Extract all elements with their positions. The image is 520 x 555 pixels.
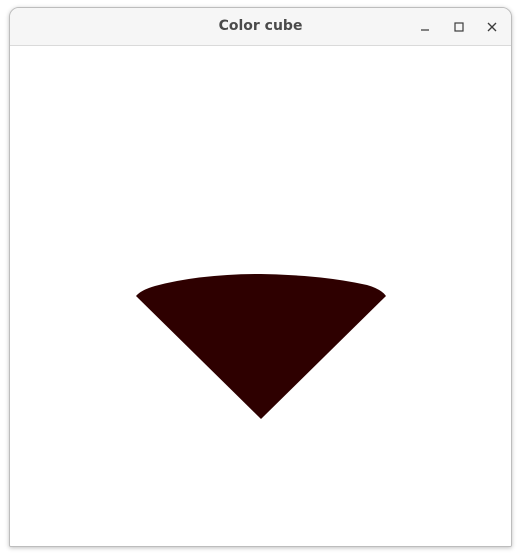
minimize-icon xyxy=(421,29,429,31)
minimize-button[interactable] xyxy=(414,16,436,38)
maximize-button[interactable] xyxy=(448,16,470,38)
scene-view xyxy=(136,274,386,419)
close-icon xyxy=(487,22,497,32)
cube-shape xyxy=(136,274,386,419)
title-bar[interactable]: Color cube xyxy=(10,8,511,46)
close-button[interactable] xyxy=(481,16,503,38)
render-canvas[interactable] xyxy=(10,46,511,546)
app-window: Color cube xyxy=(9,7,512,547)
maximize-icon xyxy=(454,22,464,32)
